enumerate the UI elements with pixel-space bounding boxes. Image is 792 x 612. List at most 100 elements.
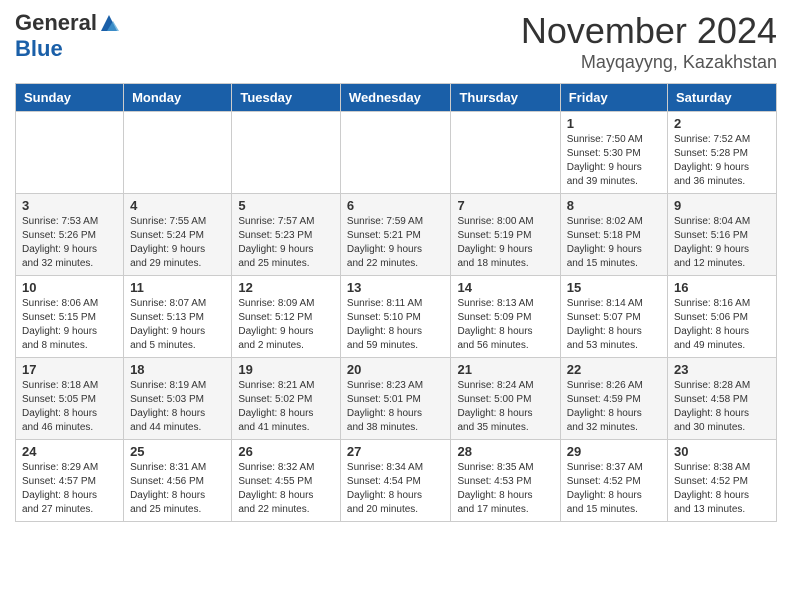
calendar-day-cell: 8 Sunrise: 8:02 AM Sunset: 5:18 PM Daylig… <box>560 194 667 276</box>
calendar-day-cell: 19 Sunrise: 8:21 AM Sunset: 5:02 PM Dayli… <box>232 358 341 440</box>
day-number: 9 <box>674 198 770 213</box>
calendar-day-cell: 15Sunrise: 8:14 AM Sunset: 5:07 PM Dayli… <box>560 276 667 358</box>
calendar-day-cell: 16 Sunrise: 8:16 AM Sunset: 5:06 PM Dayli… <box>668 276 777 358</box>
calendar-header-row: SundayMondayTuesdayWednesdayThursdayFrid… <box>16 84 777 112</box>
calendar-day-cell: 12 Sunrise: 8:09 AM Sunset: 5:12 PM Dayli… <box>232 276 341 358</box>
day-number: 16 <box>674 280 770 295</box>
location: Mayqayyng, Kazakhstan <box>521 52 777 73</box>
calendar-day-cell: 28 Sunrise: 8:35 AM Sunset: 4:53 PM Dayli… <box>451 440 560 522</box>
day-info: Sunrise: 8:28 AM Sunset: 4:58 PM Dayligh… <box>674 379 770 435</box>
day-number: 6 <box>347 198 445 213</box>
day-info: Sunrise: 8:06 AM Sunset: 5:15 PM Dayligh… <box>22 297 117 353</box>
day-number: 7 <box>457 198 553 213</box>
calendar-day-cell: 25 Sunrise: 8:31 AM Sunset: 4:56 PM Dayli… <box>124 440 232 522</box>
day-number: 19 <box>238 362 334 377</box>
weekday-header: Tuesday <box>232 84 341 112</box>
calendar-day-cell: 3Sunrise: 7:53 AM Sunset: 5:26 PM Daylig… <box>16 194 124 276</box>
day-number: 20 <box>347 362 445 377</box>
day-info: Sunrise: 8:19 AM Sunset: 5:03 PM Dayligh… <box>130 379 225 435</box>
day-info: Sunrise: 8:29 AM Sunset: 4:57 PM Dayligh… <box>22 461 117 517</box>
day-info: Sunrise: 8:02 AM Sunset: 5:18 PM Dayligh… <box>567 215 661 271</box>
day-info: Sunrise: 7:50 AM Sunset: 5:30 PM Dayligh… <box>567 133 661 189</box>
calendar-day-cell <box>451 112 560 194</box>
day-info: Sunrise: 8:21 AM Sunset: 5:02 PM Dayligh… <box>238 379 334 435</box>
calendar-table: SundayMondayTuesdayWednesdayThursdayFrid… <box>15 83 777 522</box>
title-block: November 2024 Mayqayyng, Kazakhstan <box>521 10 777 73</box>
header: General Blue November 2024 Mayqayyng, Ka… <box>15 10 777 73</box>
calendar-day-cell: 14Sunrise: 8:13 AM Sunset: 5:09 PM Dayli… <box>451 276 560 358</box>
day-info: Sunrise: 8:34 AM Sunset: 4:54 PM Dayligh… <box>347 461 445 517</box>
calendar-day-cell: 22Sunrise: 8:26 AM Sunset: 4:59 PM Dayli… <box>560 358 667 440</box>
day-number: 17 <box>22 362 117 377</box>
weekday-header: Sunday <box>16 84 124 112</box>
day-number: 29 <box>567 444 661 459</box>
calendar-day-cell <box>16 112 124 194</box>
calendar-week-row: 3Sunrise: 7:53 AM Sunset: 5:26 PM Daylig… <box>16 194 777 276</box>
day-number: 26 <box>238 444 334 459</box>
day-number: 18 <box>130 362 225 377</box>
calendar-day-cell: 26Sunrise: 8:32 AM Sunset: 4:55 PM Dayli… <box>232 440 341 522</box>
calendar-day-cell: 10 Sunrise: 8:06 AM Sunset: 5:15 PM Dayli… <box>16 276 124 358</box>
calendar-day-cell: 17 Sunrise: 8:18 AM Sunset: 5:05 PM Dayli… <box>16 358 124 440</box>
calendar-day-cell: 23 Sunrise: 8:28 AM Sunset: 4:58 PM Dayli… <box>668 358 777 440</box>
calendar-day-cell: 2 Sunrise: 7:52 AM Sunset: 5:28 PM Daylig… <box>668 112 777 194</box>
day-number: 13 <box>347 280 445 295</box>
calendar-day-cell: 20 Sunrise: 8:23 AM Sunset: 5:01 PM Dayli… <box>340 358 451 440</box>
day-number: 14 <box>457 280 553 295</box>
weekday-header: Wednesday <box>340 84 451 112</box>
day-info: Sunrise: 8:26 AM Sunset: 4:59 PM Dayligh… <box>567 379 661 435</box>
calendar-week-row: 10 Sunrise: 8:06 AM Sunset: 5:15 PM Dayli… <box>16 276 777 358</box>
day-info: Sunrise: 8:35 AM Sunset: 4:53 PM Dayligh… <box>457 461 553 517</box>
calendar-week-row: 1 Sunrise: 7:50 AM Sunset: 5:30 PM Daylig… <box>16 112 777 194</box>
day-info: Sunrise: 8:07 AM Sunset: 5:13 PM Dayligh… <box>130 297 225 353</box>
calendar-day-cell: 6 Sunrise: 7:59 AM Sunset: 5:21 PM Daylig… <box>340 194 451 276</box>
day-number: 23 <box>674 362 770 377</box>
calendar-day-cell <box>232 112 341 194</box>
day-number: 8 <box>567 198 661 213</box>
day-number: 27 <box>347 444 445 459</box>
day-number: 11 <box>130 280 225 295</box>
day-info: Sunrise: 8:09 AM Sunset: 5:12 PM Dayligh… <box>238 297 334 353</box>
day-info: Sunrise: 8:11 AM Sunset: 5:10 PM Dayligh… <box>347 297 445 353</box>
calendar-day-cell: 11 Sunrise: 8:07 AM Sunset: 5:13 PM Dayli… <box>124 276 232 358</box>
logo-icon <box>99 13 119 33</box>
calendar-day-cell: 13 Sunrise: 8:11 AM Sunset: 5:10 PM Dayli… <box>340 276 451 358</box>
day-number: 24 <box>22 444 117 459</box>
day-number: 10 <box>22 280 117 295</box>
day-info: Sunrise: 8:31 AM Sunset: 4:56 PM Dayligh… <box>130 461 225 517</box>
day-info: Sunrise: 7:59 AM Sunset: 5:21 PM Dayligh… <box>347 215 445 271</box>
day-info: Sunrise: 8:24 AM Sunset: 5:00 PM Dayligh… <box>457 379 553 435</box>
logo: General Blue <box>15 10 119 62</box>
calendar-day-cell: 29 Sunrise: 8:37 AM Sunset: 4:52 PM Dayli… <box>560 440 667 522</box>
day-number: 28 <box>457 444 553 459</box>
day-info: Sunrise: 8:37 AM Sunset: 4:52 PM Dayligh… <box>567 461 661 517</box>
calendar-day-cell: 27 Sunrise: 8:34 AM Sunset: 4:54 PM Dayli… <box>340 440 451 522</box>
day-info: Sunrise: 8:04 AM Sunset: 5:16 PM Dayligh… <box>674 215 770 271</box>
day-number: 5 <box>238 198 334 213</box>
weekday-header: Thursday <box>451 84 560 112</box>
calendar-week-row: 17 Sunrise: 8:18 AM Sunset: 5:05 PM Dayli… <box>16 358 777 440</box>
day-number: 3 <box>22 198 117 213</box>
day-number: 12 <box>238 280 334 295</box>
day-info: Sunrise: 8:00 AM Sunset: 5:19 PM Dayligh… <box>457 215 553 271</box>
day-number: 4 <box>130 198 225 213</box>
calendar-day-cell: 4Sunrise: 7:55 AM Sunset: 5:24 PM Daylig… <box>124 194 232 276</box>
weekday-header: Saturday <box>668 84 777 112</box>
day-info: Sunrise: 8:16 AM Sunset: 5:06 PM Dayligh… <box>674 297 770 353</box>
month-title: November 2024 <box>521 10 777 52</box>
weekday-header: Monday <box>124 84 232 112</box>
day-info: Sunrise: 7:52 AM Sunset: 5:28 PM Dayligh… <box>674 133 770 189</box>
logo-blue-text: Blue <box>15 36 119 62</box>
day-info: Sunrise: 8:14 AM Sunset: 5:07 PM Dayligh… <box>567 297 661 353</box>
page-container: General Blue November 2024 Mayqayyng, Ka… <box>0 0 792 532</box>
day-info: Sunrise: 8:23 AM Sunset: 5:01 PM Dayligh… <box>347 379 445 435</box>
day-number: 2 <box>674 116 770 131</box>
day-info: Sunrise: 7:57 AM Sunset: 5:23 PM Dayligh… <box>238 215 334 271</box>
calendar-day-cell: 21Sunrise: 8:24 AM Sunset: 5:00 PM Dayli… <box>451 358 560 440</box>
calendar-day-cell: 7 Sunrise: 8:00 AM Sunset: 5:19 PM Daylig… <box>451 194 560 276</box>
day-number: 25 <box>130 444 225 459</box>
day-info: Sunrise: 8:18 AM Sunset: 5:05 PM Dayligh… <box>22 379 117 435</box>
day-number: 1 <box>567 116 661 131</box>
calendar-day-cell: 5 Sunrise: 7:57 AM Sunset: 5:23 PM Daylig… <box>232 194 341 276</box>
weekday-header: Friday <box>560 84 667 112</box>
